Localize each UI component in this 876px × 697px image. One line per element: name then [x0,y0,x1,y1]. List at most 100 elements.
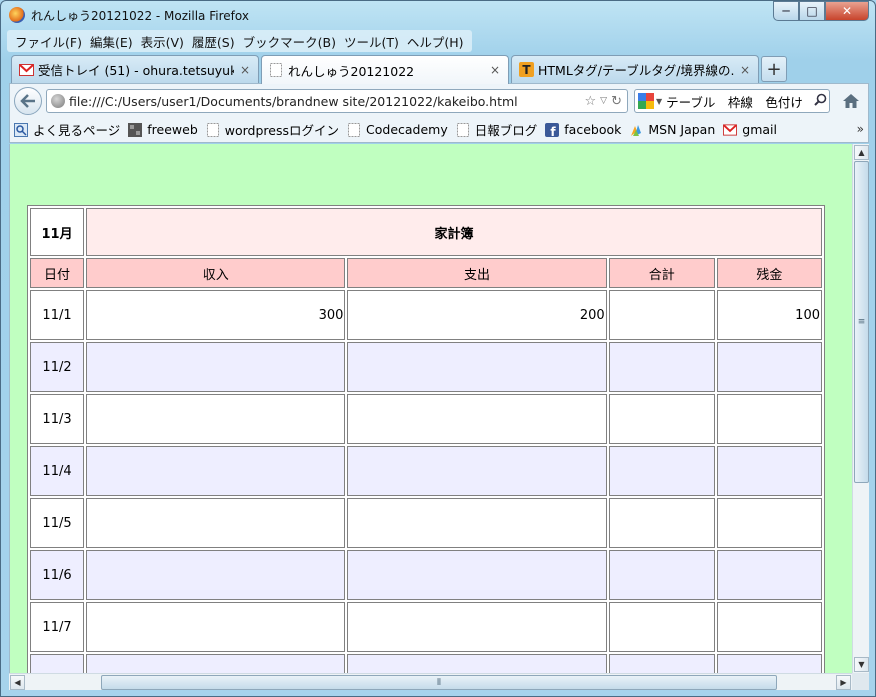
google-icon[interactable] [638,93,654,109]
menu-view[interactable]: 表示(V) [137,32,188,51]
bookmark-freeweb[interactable]: freeweb [128,122,198,137]
total-cell [608,446,715,496]
date-cell: 11/7 [30,602,85,652]
scroll-right-arrow-icon[interactable]: ▶ [836,675,851,690]
table-row: 11/2 [30,342,822,392]
scroll-left-arrow-icon[interactable]: ◀ [10,675,25,690]
maximize-button[interactable]: □ [799,1,825,21]
tab-html-tags[interactable]: T HTMLタグ/テーブルタグ/境界線の... × [511,55,759,83]
table-row: 11/6 [30,550,822,600]
menu-edit[interactable]: 編集(E) [86,32,137,51]
bookmark-most-visited[interactable]: よく見るページ [14,120,120,139]
address-bar[interactable]: file:///C:/Users/user1/Documents/brandne… [46,89,628,113]
bookmark-label: MSN Japan [648,122,716,137]
tab-gmail[interactable]: 受信トレイ (51) - ohura.tetsuyuki... × [11,55,259,83]
site-identity-icon[interactable] [51,94,65,108]
window-title: れんしゅう20121022 - Mozilla Firefox [31,9,249,23]
gmail-icon [18,62,34,78]
scroll-down-arrow-icon[interactable]: ▼ [854,657,869,672]
bookmark-label: freeweb [147,122,198,137]
bookmark-wordpress-login[interactable]: wordpressログイン [206,120,339,139]
menu-tools[interactable]: ツール(T) [340,32,403,51]
reload-icon[interactable]: ↻ [611,94,622,109]
search-icon[interactable] [811,93,829,109]
balance-cell [716,550,822,600]
table-row: 11/1 300 200 100 [30,290,822,340]
expense-cell [347,394,607,444]
date-cell: 11/2 [30,342,85,392]
table-row: 11/5 [30,498,822,548]
table-row: 11/3 [30,394,822,444]
blank-page-icon [206,122,220,137]
header-expense: 支出 [347,258,607,288]
freeweb-icon [128,122,143,137]
url-text[interactable]: file:///C:/Users/user1/Documents/brandne… [69,94,585,109]
tab-current[interactable]: れんしゅう20121022 × [261,55,509,84]
new-tab-button[interactable]: + [761,56,787,82]
search-input[interactable]: テーブル 枠線 色付け [666,92,811,111]
scroll-up-arrow-icon[interactable]: ▲ [854,145,869,160]
bookmark-label: wordpressログイン [224,123,340,138]
vertical-scrollbar[interactable]: ▲ ≡ ▼ [852,144,869,673]
menu-help[interactable]: ヘルプ(H) [403,32,468,51]
date-cell [30,654,85,673]
header-income: 収入 [86,258,346,288]
vertical-scroll-thumb[interactable]: ≡ [854,161,869,483]
date-cell: 11/6 [30,550,85,600]
home-icon[interactable] [842,92,860,110]
household-budget-table: 11月 家計簿 日付 収入 支出 合計 残金 11/1 300 200 100 … [27,205,825,673]
income-cell [86,446,346,496]
total-cell [608,498,715,548]
back-arrow-icon [20,94,35,108]
menu-history[interactable]: 履歴(S) [188,32,239,51]
month-cell: 11月 [30,208,85,256]
tab-close-icon[interactable]: × [488,63,502,77]
tab-close-icon[interactable]: × [238,63,252,77]
balance-cell [716,342,822,392]
blank-page-icon [347,122,361,137]
expense-cell [347,550,607,600]
table-title-row: 11月 家計簿 [30,208,822,256]
menu-bookmarks[interactable]: ブックマーク(B) [239,32,340,51]
bookmark-label: gmail [742,122,777,137]
date-cell: 11/3 [30,394,85,444]
bookmark-msn-japan[interactable]: MSN Japan [629,122,715,137]
bookmark-daily-blog[interactable]: 日報ブログ [456,120,537,139]
table-row [30,654,822,673]
date-cell: 11/4 [30,446,85,496]
back-button[interactable] [14,87,42,115]
history-dropdown-icon[interactable]: ▽ [600,96,607,106]
horizontal-scroll-thumb[interactable]: ⦀ [101,675,777,690]
tab-label: 受信トレイ (51) - ohura.tetsuyuki... [38,63,234,78]
total-cell [608,602,715,652]
income-cell: 300 [86,290,346,340]
page-viewport: 11月 家計簿 日付 収入 支出 合計 残金 11/1 300 200 100 … [9,144,852,673]
total-cell [608,654,715,673]
menu-bar: ファイル(F) 編集(E) 表示(V) 履歴(S) ブックマーク(B) ツール(… [7,30,472,52]
bookmark-codecademy[interactable]: Codecademy [347,122,448,137]
bookmark-facebook[interactable]: f facebook [545,122,621,137]
bookmark-gmail[interactable]: gmail [723,122,777,137]
bookmarks-overflow-chevron-icon[interactable]: » [857,122,864,136]
balance-cell [716,394,822,444]
horizontal-scrollbar[interactable]: ◀ ⦀ ▶ [9,673,852,690]
balance-cell: 100 [716,290,822,340]
search-engine-dropdown-icon[interactable]: ▼ [656,97,662,106]
expense-cell: 200 [347,290,607,340]
blank-page-icon [456,122,470,137]
bookmark-star-icon[interactable]: ☆ [585,94,597,109]
menu-file[interactable]: ファイル(F) [11,32,86,51]
close-button[interactable]: ✕ [825,1,869,21]
income-cell [86,654,346,673]
balance-cell [716,498,822,548]
minimize-button[interactable]: ─ [773,1,799,21]
tab-close-icon[interactable]: × [738,63,752,77]
scrollbar-corner [852,673,869,690]
income-cell [86,498,346,548]
expense-cell [347,602,607,652]
msn-icon [629,123,643,137]
bookmark-label: facebook [564,122,622,137]
tab-strip: 受信トレイ (51) - ohura.tetsuyuki... × れんしゅう2… [11,55,787,84]
search-bar[interactable]: ▼ テーブル 枠線 色付け [634,89,830,113]
expense-cell [347,498,607,548]
